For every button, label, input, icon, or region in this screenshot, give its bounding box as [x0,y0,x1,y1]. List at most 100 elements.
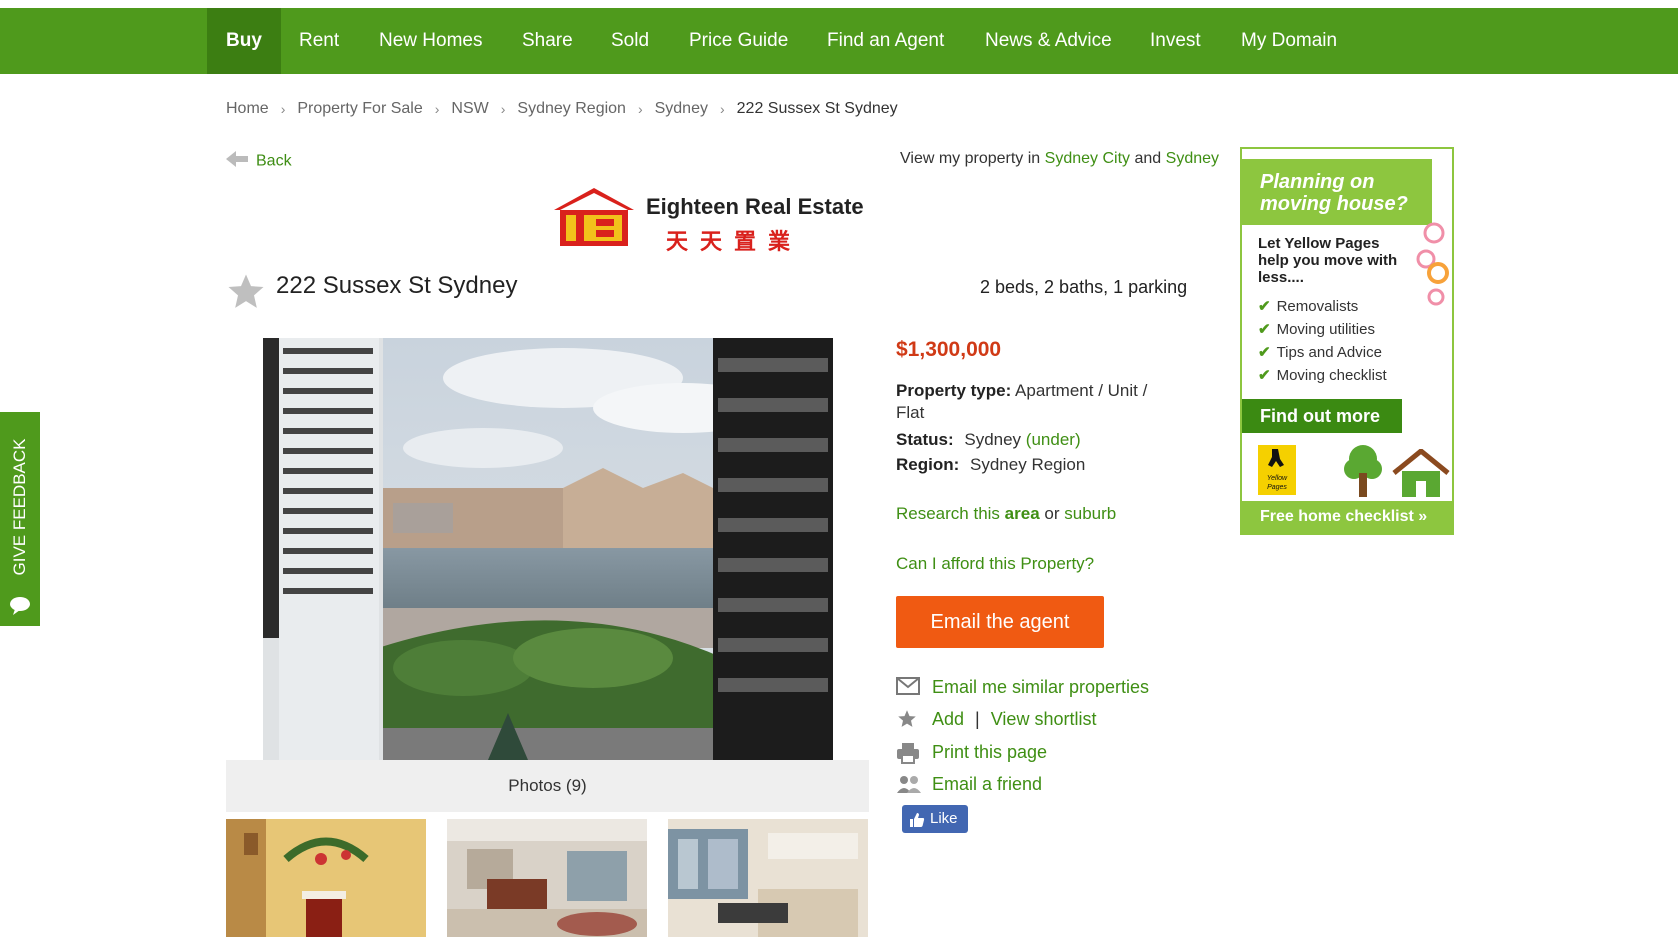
email-similar-label: Email me similar properties [932,676,1150,697]
view-my-and: and [1134,150,1162,167]
ad-item-label: Removalists [1276,298,1359,315]
thumbnail-image [668,819,868,937]
house-icon [1392,447,1450,502]
tree-icon [1342,443,1384,502]
nav-news-advice[interactable]: News & Advice [966,8,1131,74]
chevron-right-icon: › [719,101,725,117]
ad-headline-line1: Planning on [1260,171,1375,193]
checkmark-icon: ✔ [1258,344,1271,361]
yellow-pages-logo-text: Yellow Pages [1266,475,1288,491]
view-shortlist-link[interactable]: View shortlist [991,709,1097,729]
region-row: Region: Sydney Region [896,455,1085,475]
status-label: Status: [896,430,954,449]
envelope-icon [896,677,920,697]
shortlist-row: Add | View shortlist [896,708,1096,730]
ad-item-label: Moving checklist [1276,367,1387,384]
back-link[interactable]: Back [226,150,292,173]
nav-find-agent[interactable]: Find an Agent [808,8,963,74]
ad-item-tips: ✔ Tips and Advice [1258,343,1382,361]
research-row: Research this area or suburb [896,504,1116,524]
shortlist-star-icon[interactable] [226,272,266,317]
agency-logo[interactable]: Eighteen Real Estate 天天置業 [550,186,880,254]
decorative-circles-icon [1414,219,1452,324]
back-arrow-icon [226,150,248,173]
status-row: Status: Sydney (under) [896,430,1081,450]
email-friend-label: Email a friend [932,773,1043,794]
walking-fingers-icon [1268,449,1284,467]
breadcrumb-property-for-sale[interactable]: Property For Sale [297,100,422,118]
breadcrumb-current: 222 Sussex St Sydney [736,100,898,117]
email-agent-button[interactable]: Email the agent [896,596,1104,648]
breadcrumb-home[interactable]: Home [226,100,269,118]
property-features: 2 beds, 2 baths, 1 parking [980,277,1188,297]
chevron-right-icon: › [500,101,506,117]
sydney-link[interactable]: Sydney [1166,150,1219,167]
thumbnail-image [447,819,647,937]
checkmark-icon: ✔ [1258,367,1271,384]
property-type-label: Property type: [896,381,1012,400]
email-similar-row[interactable]: Email me similar properties [896,676,1149,698]
property-title: 222 Sussex St Sydney [276,272,518,299]
feedback-tab[interactable]: GIVE FEEDBACK [0,412,40,626]
email-friend-row[interactable]: Email a friend [896,773,1042,795]
property-type-row-wrap: Flat [896,403,925,422]
chevron-right-icon: › [637,101,643,117]
agency-name: Eighteen Real Estate [646,194,864,219]
ad-headline-line2: moving house? [1260,193,1408,215]
nav-price-guide[interactable]: Price Guide [670,8,807,74]
back-label: Back [256,152,292,170]
nav-share[interactable]: Share [503,8,592,74]
printer-icon [896,742,920,765]
yellow-pages-ad[interactable]: Planning on moving house? Let Yellow Pag… [1240,147,1454,535]
research-prefix: Research this [896,504,1000,523]
research-area-link[interactable]: area [1005,504,1040,523]
nav-rent[interactable]: Rent [280,8,358,74]
agency-chinese-name: 天天置業 [666,229,803,254]
nav-my-domain[interactable]: My Domain [1222,8,1356,74]
breadcrumb-sydney[interactable]: Sydney [655,100,708,118]
afford-link[interactable]: Can I afford this Property? [896,554,1094,574]
main-property-photo[interactable] [263,338,833,760]
facebook-like-button[interactable]: Like [902,805,968,833]
house-logo-icon [554,188,634,246]
ad-item-utilities: ✔ Moving utilities [1258,320,1375,338]
breadcrumb-nsw[interactable]: NSW [451,100,488,118]
nav-invest[interactable]: Invest [1131,8,1220,74]
property-price: $1,300,000 [896,338,1002,361]
people-icon [896,774,921,794]
print-row[interactable]: Print this page [896,741,1047,765]
like-label: Like [930,810,958,827]
ad-item-removalists: ✔ Removalists [1258,297,1358,315]
property-type-value: Apartment / Unit / [1015,381,1148,400]
chevron-right-icon: › [434,101,440,117]
nav-new-homes[interactable]: New Homes [360,8,501,74]
shortlist-separator: | [975,708,980,729]
nav-buy[interactable]: Buy [207,8,281,74]
thumbs-up-icon [909,810,925,838]
chevron-right-icon: › [280,101,286,117]
thumbnail-image [226,819,426,937]
add-shortlist-link[interactable]: Add [932,709,964,729]
photo-thumbnail[interactable] [226,819,426,937]
checkmark-icon: ✔ [1258,321,1271,338]
photo-thumbnail[interactable] [668,819,868,937]
research-suburb-link[interactable]: suburb [1064,504,1116,523]
yellow-pages-logo: Yellow Pages [1258,445,1296,495]
checkmark-icon: ✔ [1258,298,1271,315]
ad-item-label: Tips and Advice [1276,344,1382,361]
property-type-row: Property type: Apartment / Unit / [896,381,1147,401]
breadcrumb-sydney-region[interactable]: Sydney Region [517,100,626,118]
status-value: Sydney [964,430,1022,449]
view-my-property: View my property in Sydney City and Sydn… [900,150,1219,168]
nav-sold[interactable]: Sold [592,8,668,74]
free-home-checklist-link[interactable]: Free home checklist » [1242,501,1452,533]
find-out-more-button[interactable]: Find out more [1242,399,1402,433]
ad-item-label: Moving utilities [1276,321,1375,338]
region-label: Region: [896,455,960,474]
ad-item-checklist: ✔ Moving checklist [1258,366,1387,384]
status-under-link[interactable]: (under) [1026,430,1081,449]
harbour-photo-image [263,338,833,760]
sydney-city-link[interactable]: Sydney City [1045,150,1130,167]
photos-bar[interactable]: Photos (9) [226,760,869,812]
photo-thumbnail[interactable] [447,819,647,937]
